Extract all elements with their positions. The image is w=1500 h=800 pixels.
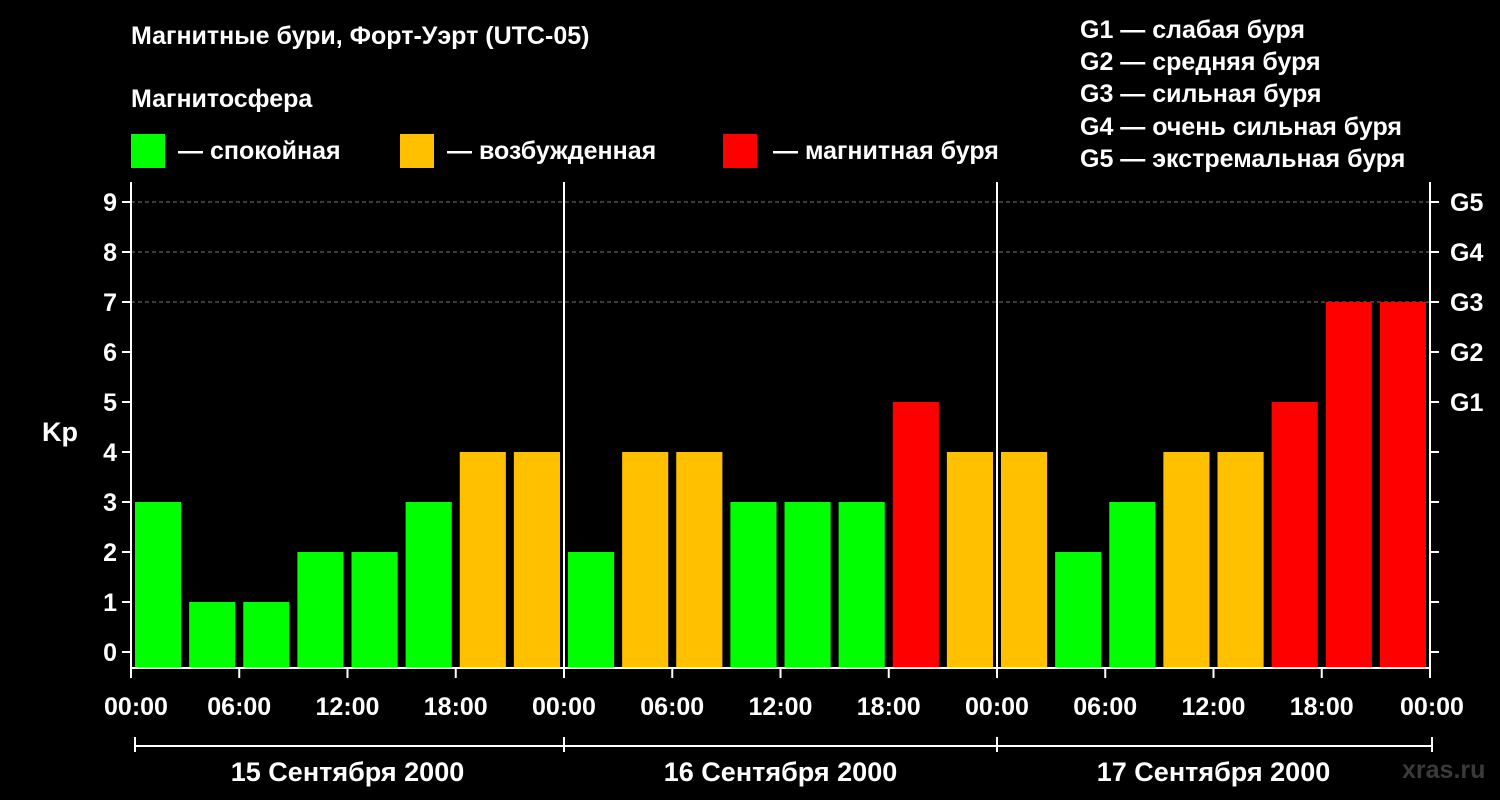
kp-bar — [730, 502, 777, 668]
y-tick-label: 0 — [103, 639, 117, 667]
g-tick-label: G5 — [1450, 189, 1483, 217]
kp-bar — [405, 502, 452, 668]
y-tick-label: 3 — [103, 489, 117, 517]
x-tick-label: 06:00 — [640, 693, 704, 721]
x-tick-label: 18:00 — [857, 693, 921, 721]
y-tick-label: 5 — [103, 389, 117, 417]
y-axis-label: Kp — [42, 417, 78, 447]
grid-lines — [131, 201, 1430, 303]
x-tick-label: 00:00 — [965, 693, 1029, 721]
y-tick-label: 6 — [103, 339, 117, 367]
bars — [135, 302, 1426, 668]
g-tick-label: G2 — [1450, 339, 1483, 367]
kp-bar — [676, 452, 723, 668]
x-tick-label: 00:00 — [104, 693, 168, 721]
kp-bar — [1379, 302, 1426, 668]
day-label: 17 Сентября 2000 — [1097, 757, 1330, 787]
x-tick-label: 12:00 — [749, 693, 813, 721]
x-tick-label: 18:00 — [424, 693, 488, 721]
watermark: xras.ru — [1402, 756, 1486, 784]
x-tick-label: 06:00 — [1073, 693, 1137, 721]
x-tick-label: 00:00 — [1400, 693, 1464, 721]
y-tick-label: 9 — [103, 189, 117, 217]
x-tick-label: 12:00 — [316, 693, 380, 721]
kp-bar — [1271, 402, 1318, 668]
y-tick-label: 4 — [103, 439, 117, 467]
kp-bar — [189, 602, 236, 668]
kp-bar — [838, 502, 885, 668]
g-tick-label: G3 — [1450, 289, 1483, 317]
kp-bar — [1217, 452, 1264, 668]
kp-bar — [1325, 302, 1372, 668]
day-label: 15 Сентября 2000 — [231, 757, 464, 787]
g-tick-label: G4 — [1450, 239, 1483, 267]
g-tick-label: G1 — [1450, 389, 1483, 417]
y-tick-label: 7 — [103, 289, 117, 317]
x-tick-label: 00:00 — [532, 693, 596, 721]
kp-bar-chart: 0 1 2 3 4 5 6 7 8 9 G1 G2 G3 G4 G5 Kp 00:00 06:00 12:00 18:… — [42, 182, 1483, 787]
axis-labels: 0 1 2 3 4 5 6 7 8 9 G1 G2 G3 G4 G5 Kp 00:00 06:00 12:00 18:… — [42, 189, 1483, 787]
y-tick-label: 1 — [103, 589, 117, 617]
y-tick-label: 8 — [103, 239, 117, 267]
kp-bar — [459, 452, 506, 668]
kp-bar — [946, 452, 993, 668]
kp-bar — [1055, 552, 1102, 668]
kp-bar — [892, 402, 939, 668]
kp-bar — [784, 502, 831, 668]
kp-bar — [1109, 502, 1156, 668]
kp-bar — [622, 452, 669, 668]
x-tick-label: 12:00 — [1182, 693, 1246, 721]
kp-bar — [1001, 452, 1048, 668]
kp-bar — [1163, 452, 1210, 668]
x-tick-label: 18:00 — [1290, 693, 1354, 721]
kp-bar — [297, 552, 344, 668]
kp-bar — [351, 552, 398, 668]
y-tick-label: 2 — [103, 539, 117, 567]
kp-bar — [568, 552, 615, 668]
kp-bar — [135, 502, 182, 668]
x-tick-label: 06:00 — [207, 693, 271, 721]
kp-bar — [243, 602, 290, 668]
kp-bar — [513, 452, 560, 668]
day-label: 16 Сентября 2000 — [664, 757, 897, 787]
